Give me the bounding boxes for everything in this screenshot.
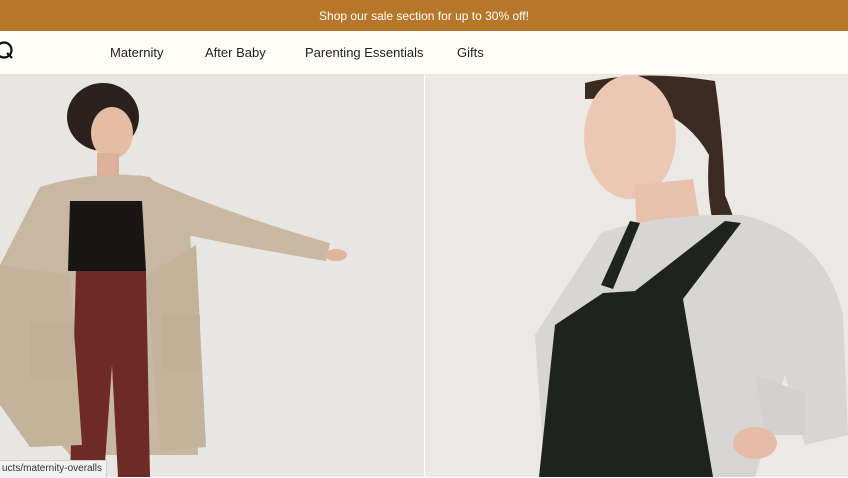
promo-banner[interactable]: Shop our sale section for up to 30% off!	[0, 0, 848, 31]
hero-image-left[interactable]	[0, 75, 424, 477]
cardigan-model-illustration	[0, 75, 424, 477]
nav-item-after-baby[interactable]: After Baby	[205, 45, 266, 60]
nav-item-maternity[interactable]: Maternity	[110, 45, 163, 60]
status-bar-url: ucts/maternity-overalls	[0, 460, 107, 478]
nav-item-parenting-essentials[interactable]: Parenting Essentials	[305, 45, 424, 60]
nav-item-gifts[interactable]: Gifts	[457, 45, 484, 60]
overalls-model-illustration	[425, 75, 848, 477]
hero-image-right[interactable]	[425, 75, 848, 477]
main-navigation: Maternity After Baby Parenting Essential…	[0, 31, 848, 75]
promo-text[interactable]: Shop our sale section for up to 30% off!	[319, 9, 529, 23]
brand-logo-icon[interactable]	[0, 40, 14, 60]
